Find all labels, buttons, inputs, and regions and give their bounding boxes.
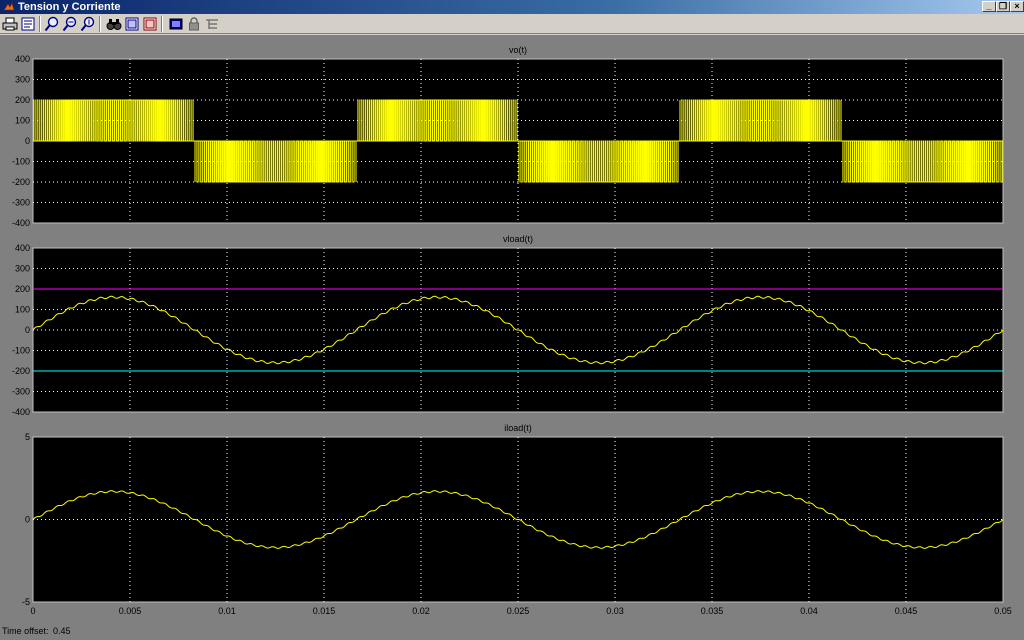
zoom-x-icon bbox=[62, 16, 77, 32]
x-tick-label: 0.04 bbox=[800, 606, 818, 616]
y-tick-label: 0 bbox=[25, 515, 30, 525]
save-axes-button[interactable] bbox=[124, 16, 140, 32]
y-tick-label: 100 bbox=[15, 116, 30, 126]
time-offset-value: 0.45 bbox=[53, 626, 71, 636]
y-tick-label: 200 bbox=[15, 95, 30, 105]
matlab-icon bbox=[3, 2, 15, 11]
y-tick-label: -5 bbox=[22, 597, 30, 607]
parameters-icon bbox=[21, 17, 35, 31]
x-tick-label: 0.03 bbox=[606, 606, 624, 616]
zoom-button[interactable] bbox=[44, 16, 60, 32]
lock-button[interactable] bbox=[186, 16, 202, 32]
axes-title: vo(t) bbox=[509, 45, 527, 55]
y-tick-label: -400 bbox=[12, 407, 30, 417]
y-tick-label: 300 bbox=[15, 264, 30, 274]
restore-axes-button[interactable] bbox=[142, 16, 158, 32]
y-tick-label: -300 bbox=[12, 198, 30, 208]
y-tick-label: 400 bbox=[15, 243, 30, 253]
floating-scope-button[interactable] bbox=[168, 16, 184, 32]
scope-panel-1[interactable]: vo(t) 400 300 200 100 0 -100 -200 -300 -400 bbox=[12, 45, 1004, 228]
y-tick-label: 300 bbox=[15, 75, 30, 85]
y-tick-label: -300 bbox=[12, 387, 30, 397]
zoom-y-icon bbox=[80, 16, 95, 32]
signal-selection-icon bbox=[206, 19, 218, 29]
axes-title: vload(t) bbox=[503, 234, 533, 244]
autoscale-icon bbox=[106, 19, 122, 30]
status-bar: Time offset: 0.45 bbox=[0, 619, 1024, 640]
toolbar-separator bbox=[99, 16, 101, 32]
window-title: Tension y Corriente bbox=[18, 1, 121, 13]
toolbar-separator bbox=[161, 16, 163, 32]
x-tick-label: 0 bbox=[30, 606, 35, 616]
autoscale-button[interactable] bbox=[106, 16, 122, 32]
zoom-x-button[interactable] bbox=[62, 16, 78, 32]
scope-chart: vo(t)4003002001000-100-200-300-400vload(… bbox=[12, 45, 1012, 616]
restore-button[interactable]: ❐ bbox=[996, 1, 1010, 12]
y-tick-label: 5 bbox=[25, 432, 30, 442]
y-tick-label: 0 bbox=[25, 136, 30, 146]
y-tick-label: -100 bbox=[12, 346, 30, 356]
parameters-button[interactable] bbox=[20, 16, 36, 32]
y-tick-label: -100 bbox=[12, 157, 30, 167]
x-tick-label: 0.015 bbox=[313, 606, 336, 616]
minimize-button[interactable]: _ bbox=[982, 1, 996, 12]
signal-selection-button[interactable] bbox=[204, 16, 220, 32]
scope-panel-2[interactable]: vload(t) 400 300 200 100 0 -100 -200 -300 -400 bbox=[12, 234, 1004, 417]
x-tick-label: 0.045 bbox=[895, 606, 918, 616]
x-tick-label: 0.005 bbox=[119, 606, 142, 616]
lock-icon bbox=[189, 17, 199, 31]
close-button[interactable]: × bbox=[1010, 1, 1024, 12]
zoom-icon bbox=[44, 16, 59, 32]
y-tick-label: 400 bbox=[15, 54, 30, 64]
title-bar: Tension y Corriente _ ❐ × bbox=[0, 0, 1024, 14]
x-tick-label: 0.02 bbox=[412, 606, 430, 616]
x-tick-label: 0.035 bbox=[701, 606, 724, 616]
x-tick-label: 0.01 bbox=[218, 606, 236, 616]
scope-area: vo(t) 400 300 200 100 0 -100 -200 -300 -400 vload(… bbox=[0, 35, 1024, 619]
time-offset-label: Time offset: bbox=[2, 626, 49, 636]
y-tick-label: 200 bbox=[15, 284, 30, 294]
print-icon bbox=[2, 17, 18, 31]
restore-axes-icon bbox=[143, 17, 157, 31]
y-tick-label: -200 bbox=[12, 366, 30, 376]
toolbar bbox=[0, 14, 1024, 34]
save-axes-icon bbox=[125, 17, 139, 31]
x-tick-label: 0.05 bbox=[994, 606, 1012, 616]
y-tick-label: -400 bbox=[12, 218, 30, 228]
print-button[interactable] bbox=[2, 16, 18, 32]
y-tick-label: 100 bbox=[15, 305, 30, 315]
toolbar-separator bbox=[39, 16, 41, 32]
scope-panel-3[interactable]: iload(t)50-50 0.005 0.01 0.015 0.02 0.025 0.03… bbox=[22, 423, 1012, 616]
y-tick-label: -200 bbox=[12, 177, 30, 187]
zoom-y-button[interactable] bbox=[80, 16, 96, 32]
axes-title: iload(t) bbox=[504, 423, 532, 433]
floating-scope-icon bbox=[169, 18, 183, 30]
y-tick-label: 0 bbox=[25, 325, 30, 335]
x-tick-label: 0.025 bbox=[507, 606, 530, 616]
